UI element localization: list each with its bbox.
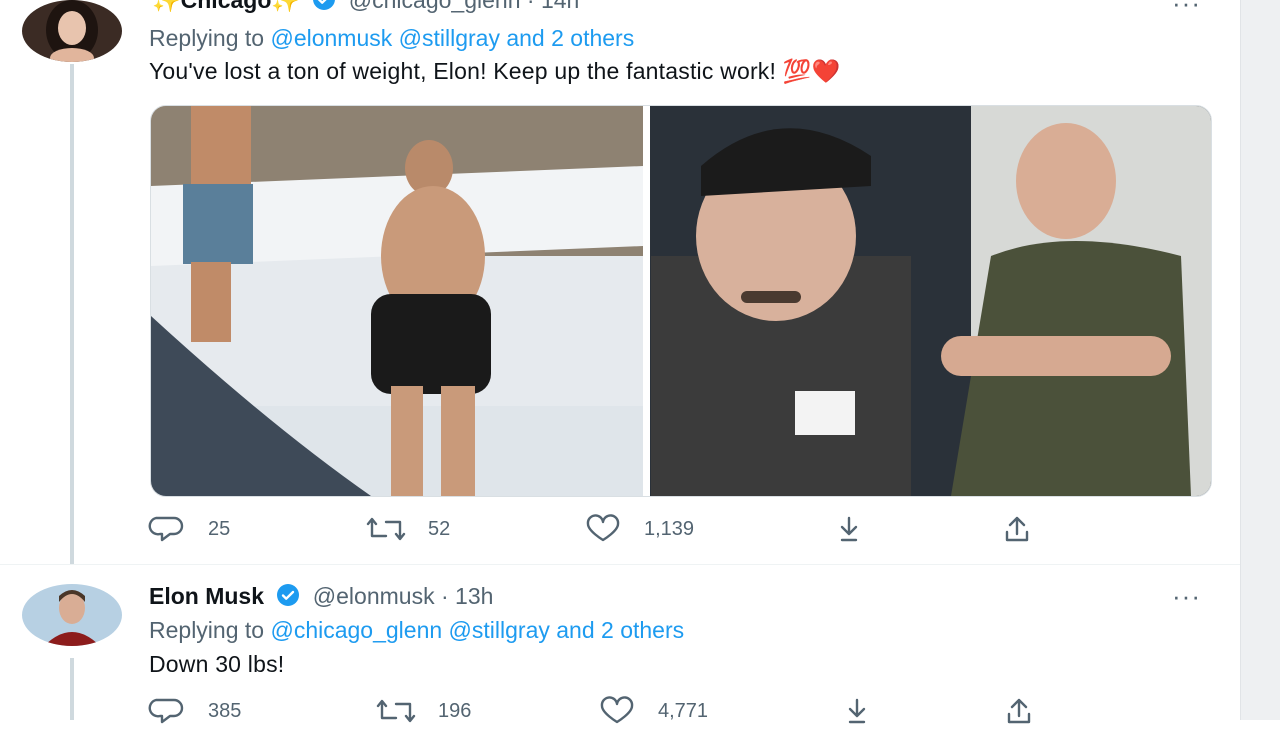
sparkle-emoji: ✨: [271, 0, 301, 13]
share-icon: [1005, 516, 1029, 542]
download-button[interactable]: [842, 696, 894, 726]
reply-mentions[interactable]: @chicago_glenn @stillgray and 2 others: [270, 617, 684, 643]
download-icon: [840, 516, 858, 542]
like-button[interactable]: 4,771: [598, 696, 708, 726]
reply-count: 385: [208, 699, 242, 722]
thread-line: [70, 658, 74, 720]
download-button[interactable]: [834, 514, 886, 544]
verified-icon: [312, 0, 336, 17]
avatar[interactable]: [22, 0, 122, 62]
replying-label: Replying to: [149, 25, 265, 51]
replying-to: Replying to @elonmusk @stillgray and 2 o…: [149, 25, 634, 52]
user-handle[interactable]: @elonmusk: [313, 583, 435, 609]
tweet-media[interactable]: [150, 105, 1212, 497]
share-button[interactable]: [1004, 696, 1056, 726]
like-button[interactable]: 1,139: [584, 514, 694, 544]
reply-button[interactable]: 385: [148, 696, 241, 726]
tweet-actions: 385 196 4,771: [148, 696, 1048, 730]
reply-mentions[interactable]: @elonmusk @stillgray and 2 others: [270, 25, 634, 51]
share-button[interactable]: [1002, 514, 1054, 544]
reply-button[interactable]: 25: [148, 514, 230, 544]
tweet-header: ✨Chicago✨ @chicago_glenn · 14h: [152, 0, 579, 17]
avatar[interactable]: [22, 584, 122, 646]
right-sidebar: [1240, 0, 1280, 720]
tweet-text: Down 30 lbs!: [149, 651, 285, 677]
tweet-actions: 25 52 1,139: [148, 514, 1048, 548]
more-icon[interactable]: ···: [1172, 0, 1201, 19]
reply-icon: [148, 516, 184, 542]
tweet-text: You've lost a ton of weight, Elon! Keep …: [149, 58, 841, 84]
replying-label: Replying to: [149, 617, 265, 643]
sparkle-emoji: ✨: [152, 0, 181, 13]
like-count: 4,771: [658, 699, 709, 722]
retweet-icon: [376, 699, 416, 723]
like-count: 1,139: [644, 517, 695, 540]
display-name[interactable]: Chicago: [181, 0, 272, 13]
reply-icon: [148, 698, 184, 724]
share-icon: [1007, 698, 1031, 724]
verified-icon: [276, 583, 300, 613]
retweet-count: 196: [438, 699, 472, 722]
retweet-button[interactable]: 52: [366, 514, 450, 544]
timestamp[interactable]: · 14h: [527, 0, 579, 13]
retweet-button[interactable]: 196: [376, 696, 471, 726]
tweet-header: Elon Musk @elonmusk · 13h: [149, 583, 493, 613]
download-icon: [848, 698, 866, 724]
tweet-divider: [0, 564, 1240, 565]
reply-count: 25: [208, 517, 231, 540]
replying-to: Replying to @chicago_glenn @stillgray an…: [149, 617, 684, 644]
retweet-icon: [366, 517, 406, 541]
user-handle[interactable]: @chicago_glenn: [349, 0, 521, 13]
more-icon[interactable]: ···: [1172, 581, 1201, 612]
like-icon: [600, 696, 634, 724]
thread-line: [70, 64, 74, 564]
display-name[interactable]: Elon Musk: [149, 583, 264, 609]
feed: ✨Chicago✨ @chicago_glenn · 14h ··· Reply…: [0, 0, 1240, 724]
media-photo: [151, 106, 1211, 496]
retweet-count: 52: [428, 517, 451, 540]
timestamp[interactable]: · 13h: [441, 583, 493, 609]
like-icon: [586, 514, 620, 542]
